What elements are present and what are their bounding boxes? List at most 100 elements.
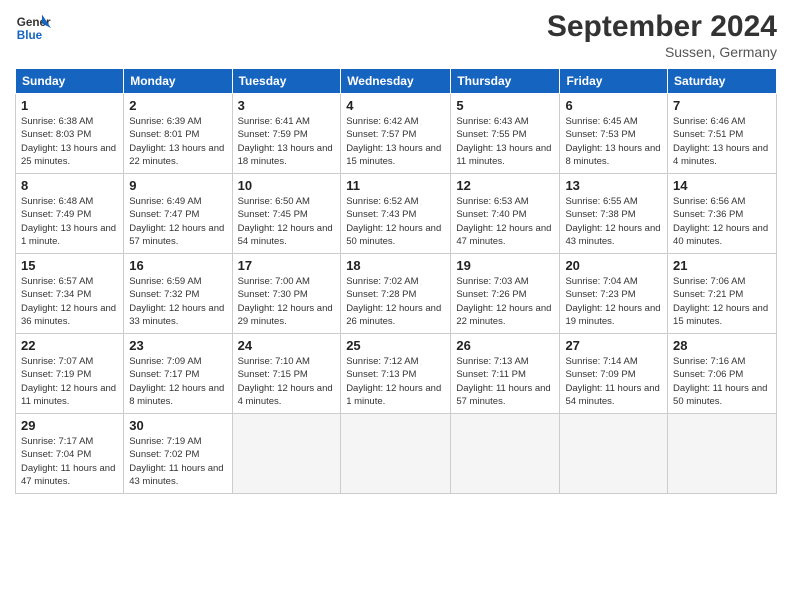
table-row: 12 Sunrise: 6:53 AMSunset: 7:40 PMDayligh… <box>451 174 560 254</box>
day-info: Sunrise: 6:46 AMSunset: 7:51 PMDaylight:… <box>673 115 771 168</box>
day-info: Sunrise: 6:48 AMSunset: 7:49 PMDaylight:… <box>21 195 118 248</box>
day-info: Sunrise: 6:49 AMSunset: 7:47 PMDaylight:… <box>129 195 226 248</box>
day-number: 21 <box>673 258 771 273</box>
day-number: 12 <box>456 178 554 193</box>
day-number: 2 <box>129 98 226 113</box>
table-row: 25 Sunrise: 7:12 AMSunset: 7:13 PMDayligh… <box>341 334 451 414</box>
day-number: 3 <box>238 98 336 113</box>
month-title: September 2024 <box>547 10 777 44</box>
col-saturday: Saturday <box>668 69 777 94</box>
calendar-row: 15Sunrise: 6:57 AMSunset: 7:34 PMDayligh… <box>16 254 777 334</box>
table-row: 11 Sunrise: 6:52 AMSunset: 7:43 PMDayligh… <box>341 174 451 254</box>
table-row: 2 Sunrise: 6:39 AMSunset: 8:01 PMDaylight… <box>124 94 232 174</box>
table-row: 5Sunrise: 6:43 AMSunset: 7:55 PMDaylight… <box>451 94 560 174</box>
logo: General Blue <box>15 10 51 46</box>
table-row: 9 Sunrise: 6:49 AMSunset: 7:47 PMDaylight… <box>124 174 232 254</box>
day-info: Sunrise: 6:38 AMSunset: 8:03 PMDaylight:… <box>21 115 118 168</box>
day-number: 14 <box>673 178 771 193</box>
day-number: 13 <box>565 178 662 193</box>
col-thursday: Thursday <box>451 69 560 94</box>
day-number: 7 <box>673 98 771 113</box>
day-info: Sunrise: 6:42 AMSunset: 7:57 PMDaylight:… <box>346 115 445 168</box>
day-number: 8 <box>21 178 118 193</box>
table-row: 30 Sunrise: 7:19 AMSunset: 7:02 PMDayligh… <box>124 414 232 494</box>
day-info: Sunrise: 7:13 AMSunset: 7:11 PMDaylight:… <box>456 355 554 408</box>
table-row: 17 Sunrise: 7:00 AMSunset: 7:30 PMDayligh… <box>232 254 341 334</box>
calendar-page: General Blue September 2024 Sussen, Germ… <box>0 0 792 612</box>
table-row: 16 Sunrise: 6:59 AMSunset: 7:32 PMDayligh… <box>124 254 232 334</box>
day-info: Sunrise: 7:02 AMSunset: 7:28 PMDaylight:… <box>346 275 445 328</box>
col-wednesday: Wednesday <box>341 69 451 94</box>
day-number: 9 <box>129 178 226 193</box>
calendar-header-row: Sunday Monday Tuesday Wednesday Thursday… <box>16 69 777 94</box>
day-info: Sunrise: 6:53 AMSunset: 7:40 PMDaylight:… <box>456 195 554 248</box>
table-row: 19Sunrise: 7:03 AMSunset: 7:26 PMDayligh… <box>451 254 560 334</box>
table-row: 6 Sunrise: 6:45 AMSunset: 7:53 PMDaylight… <box>560 94 668 174</box>
table-row: 4 Sunrise: 6:42 AMSunset: 7:57 PMDaylight… <box>341 94 451 174</box>
calendar-row: 29Sunrise: 7:17 AMSunset: 7:04 PMDayligh… <box>16 414 777 494</box>
day-info: Sunrise: 6:52 AMSunset: 7:43 PMDaylight:… <box>346 195 445 248</box>
table-row: 20Sunrise: 7:04 AMSunset: 7:23 PMDayligh… <box>560 254 668 334</box>
calendar-row: 8 Sunrise: 6:48 AMSunset: 7:49 PMDaylight… <box>16 174 777 254</box>
day-info: Sunrise: 6:39 AMSunset: 8:01 PMDaylight:… <box>129 115 226 168</box>
day-info: Sunrise: 7:03 AMSunset: 7:26 PMDaylight:… <box>456 275 554 328</box>
day-number: 11 <box>346 178 445 193</box>
day-info: Sunrise: 6:45 AMSunset: 7:53 PMDaylight:… <box>565 115 662 168</box>
day-info: Sunrise: 7:00 AMSunset: 7:30 PMDaylight:… <box>238 275 336 328</box>
day-info: Sunrise: 7:12 AMSunset: 7:13 PMDaylight:… <box>346 355 445 408</box>
day-number: 6 <box>565 98 662 113</box>
day-info: Sunrise: 6:50 AMSunset: 7:45 PMDaylight:… <box>238 195 336 248</box>
col-friday: Friday <box>560 69 668 94</box>
day-info: Sunrise: 7:10 AMSunset: 7:15 PMDaylight:… <box>238 355 336 408</box>
title-block: September 2024 Sussen, Germany <box>547 10 777 60</box>
day-number: 25 <box>346 338 445 353</box>
table-row <box>451 414 560 494</box>
table-row: 15Sunrise: 6:57 AMSunset: 7:34 PMDayligh… <box>16 254 124 334</box>
table-row: 26 Sunrise: 7:13 AMSunset: 7:11 PMDayligh… <box>451 334 560 414</box>
table-row: 10 Sunrise: 6:50 AMSunset: 7:45 PMDayligh… <box>232 174 341 254</box>
table-row <box>341 414 451 494</box>
calendar-table: Sunday Monday Tuesday Wednesday Thursday… <box>15 68 777 494</box>
day-number: 27 <box>565 338 662 353</box>
table-row: 14Sunrise: 6:56 AMSunset: 7:36 PMDayligh… <box>668 174 777 254</box>
day-number: 16 <box>129 258 226 273</box>
day-number: 10 <box>238 178 336 193</box>
day-info: Sunrise: 7:19 AMSunset: 7:02 PMDaylight:… <box>129 435 226 488</box>
day-info: Sunrise: 6:41 AMSunset: 7:59 PMDaylight:… <box>238 115 336 168</box>
day-number: 17 <box>238 258 336 273</box>
day-number: 18 <box>346 258 445 273</box>
day-info: Sunrise: 7:07 AMSunset: 7:19 PMDaylight:… <box>21 355 118 408</box>
day-info: Sunrise: 6:59 AMSunset: 7:32 PMDaylight:… <box>129 275 226 328</box>
calendar-row: 22 Sunrise: 7:07 AMSunset: 7:19 PMDayligh… <box>16 334 777 414</box>
day-number: 30 <box>129 418 226 433</box>
day-number: 26 <box>456 338 554 353</box>
table-row: 27Sunrise: 7:14 AMSunset: 7:09 PMDayligh… <box>560 334 668 414</box>
table-row: 8 Sunrise: 6:48 AMSunset: 7:49 PMDaylight… <box>16 174 124 254</box>
table-row: 1Sunrise: 6:38 AMSunset: 8:03 PMDaylight… <box>16 94 124 174</box>
col-monday: Monday <box>124 69 232 94</box>
day-number: 15 <box>21 258 118 273</box>
table-row: 28Sunrise: 7:16 AMSunset: 7:06 PMDayligh… <box>668 334 777 414</box>
table-row: 18 Sunrise: 7:02 AMSunset: 7:28 PMDayligh… <box>341 254 451 334</box>
calendar-body: 1Sunrise: 6:38 AMSunset: 8:03 PMDaylight… <box>16 94 777 494</box>
table-row: 22 Sunrise: 7:07 AMSunset: 7:19 PMDayligh… <box>16 334 124 414</box>
table-row: 21 Sunrise: 7:06 AMSunset: 7:21 PMDayligh… <box>668 254 777 334</box>
table-row: 24Sunrise: 7:10 AMSunset: 7:15 PMDayligh… <box>232 334 341 414</box>
svg-text:Blue: Blue <box>17 29 43 42</box>
day-number: 23 <box>129 338 226 353</box>
col-tuesday: Tuesday <box>232 69 341 94</box>
table-row: 3 Sunrise: 6:41 AMSunset: 7:59 PMDaylight… <box>232 94 341 174</box>
table-row <box>232 414 341 494</box>
day-info: Sunrise: 7:04 AMSunset: 7:23 PMDaylight:… <box>565 275 662 328</box>
day-number: 5 <box>456 98 554 113</box>
day-info: Sunrise: 7:09 AMSunset: 7:17 PMDaylight:… <box>129 355 226 408</box>
table-row: 23 Sunrise: 7:09 AMSunset: 7:17 PMDayligh… <box>124 334 232 414</box>
day-number: 4 <box>346 98 445 113</box>
col-sunday: Sunday <box>16 69 124 94</box>
table-row <box>668 414 777 494</box>
table-row: 29Sunrise: 7:17 AMSunset: 7:04 PMDayligh… <box>16 414 124 494</box>
day-info: Sunrise: 6:55 AMSunset: 7:38 PMDaylight:… <box>565 195 662 248</box>
day-number: 22 <box>21 338 118 353</box>
table-row <box>560 414 668 494</box>
day-info: Sunrise: 7:06 AMSunset: 7:21 PMDaylight:… <box>673 275 771 328</box>
